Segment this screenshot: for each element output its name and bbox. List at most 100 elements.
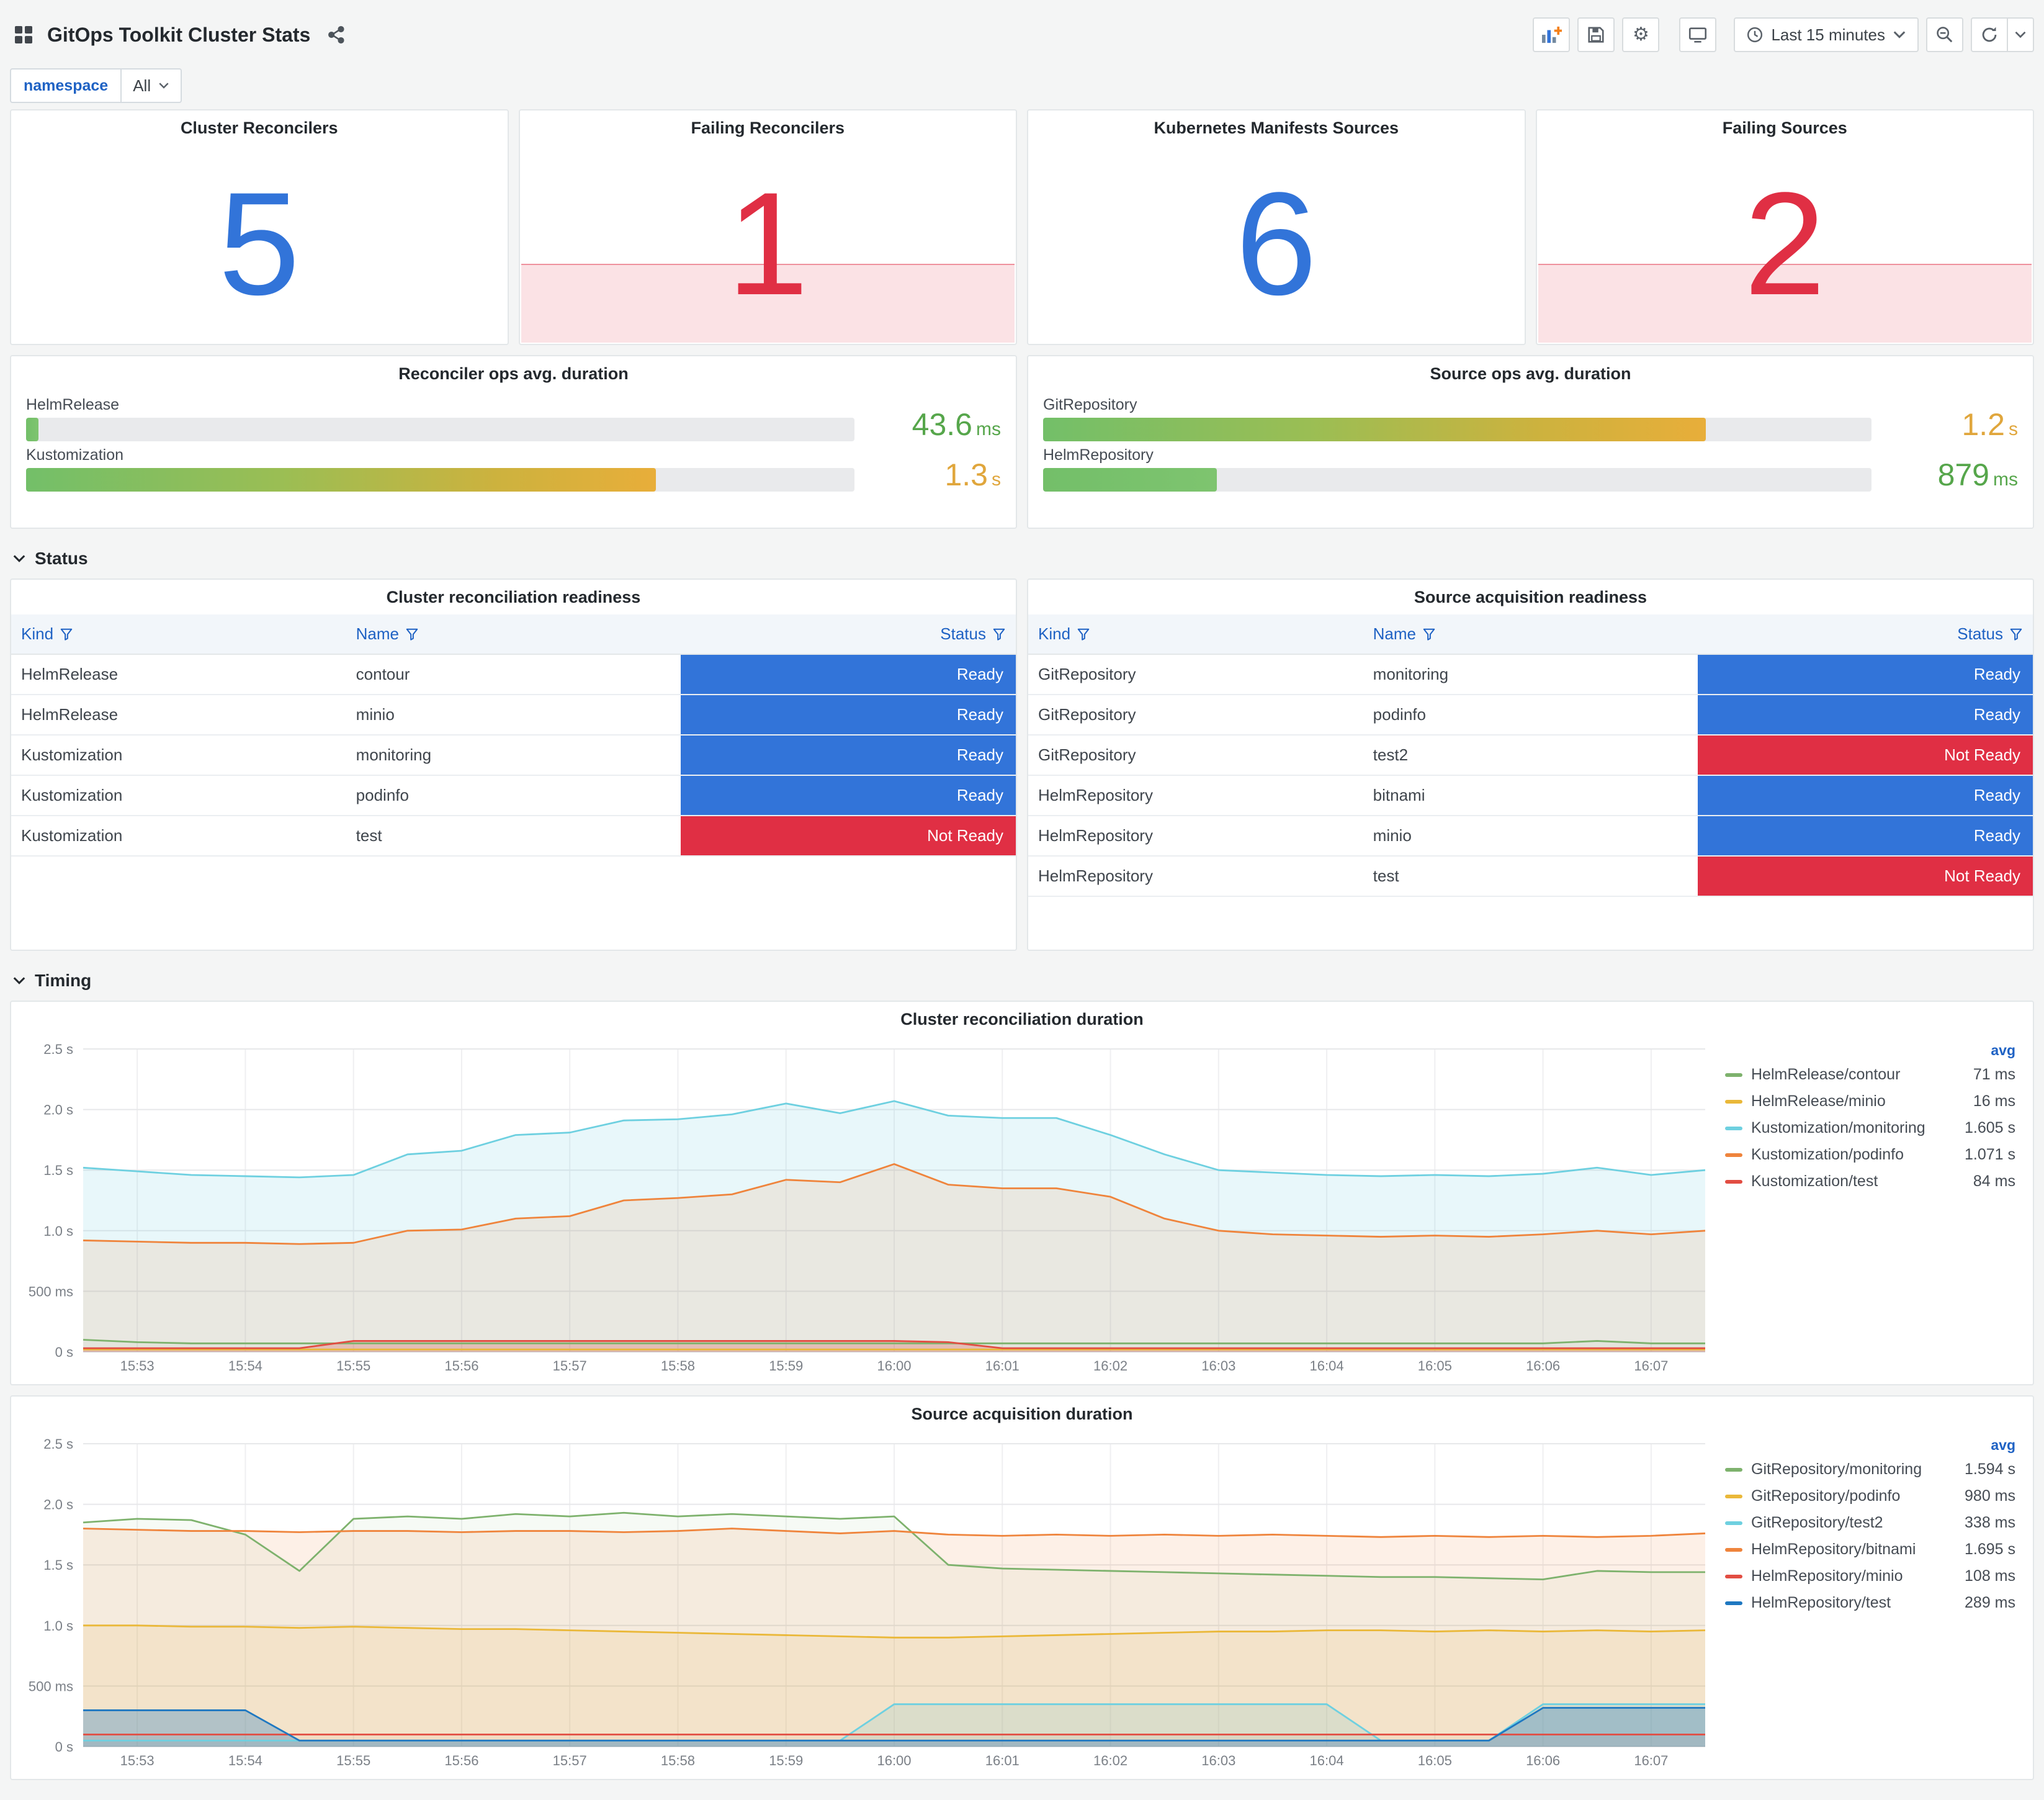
plot-area[interactable]: 15:53 15:54 15:55 15:56 15:57 15:58 15:59 16:00… (19, 1037, 1715, 1377)
legend-item[interactable]: HelmRelease/contour 71 ms (1725, 1061, 2015, 1088)
dashboard-settings-button[interactable]: ⚙ (1622, 17, 1660, 52)
filter-icon[interactable] (1077, 628, 1090, 641)
table-row: GitRepository monitoring Ready (1028, 654, 2033, 695)
legend-item[interactable]: Kustomization/podinfo 1.071 s (1725, 1141, 2015, 1168)
panel-title[interactable]: Failing Reconcilers (520, 110, 1016, 145)
legend-item[interactable]: Kustomization/monitoring 1.605 s (1725, 1115, 2015, 1141)
svg-text:2.5 s: 2.5 s (43, 1042, 73, 1057)
column-header-status[interactable]: Status (681, 614, 1016, 655)
share-icon[interactable] (323, 21, 350, 48)
filter-icon[interactable] (60, 628, 73, 641)
svg-text:16:01: 16:01 (985, 1753, 1020, 1768)
table-row: Kustomization test Not Ready (11, 816, 1016, 857)
panel-title[interactable]: Source acquisition duration (11, 1397, 2033, 1431)
filter-icon[interactable] (1422, 628, 1436, 641)
refresh-interval-dropdown[interactable] (2007, 17, 2034, 52)
legend-item[interactable]: HelmRepository/minio 108 ms (1725, 1563, 2015, 1590)
series-avg-value: 289 ms (1965, 1594, 2015, 1611)
panel-title[interactable]: Source acquisition readiness (1028, 580, 2033, 614)
svg-text:15:57: 15:57 (553, 1358, 587, 1374)
panel-title[interactable]: Source ops avg. duration (1028, 356, 2033, 391)
stat-panel: Failing Sources 2 (1535, 109, 2034, 345)
svg-text:1.0 s: 1.0 s (43, 1223, 73, 1239)
status-badge: Not Ready (1698, 857, 2033, 896)
gauge-fill (26, 468, 656, 492)
gauge-value: 43.6 ms (912, 407, 1001, 442)
svg-text:16:02: 16:02 (1093, 1358, 1127, 1374)
legend-avg-header[interactable]: avg (1725, 1039, 2015, 1061)
svg-text:500 ms: 500 ms (29, 1678, 73, 1694)
timeseries-plot[interactable]: 15:53 15:54 15:55 15:56 15:57 15:58 15:59 16:00… (19, 1037, 1715, 1377)
gauge-value: 1.2 s (1961, 407, 2018, 442)
gauge-track (1043, 418, 1871, 441)
section-timing[interactable]: Timing (10, 961, 2034, 1001)
series-avg-value: 338 ms (1965, 1514, 2015, 1531)
refresh-button[interactable] (1971, 17, 2008, 52)
stat-panel: Failing Reconcilers 1 (518, 109, 1017, 345)
svg-text:16:05: 16:05 (1418, 1358, 1452, 1374)
time-range-picker[interactable]: Last 15 minutes (1734, 17, 1919, 52)
svg-text:15:55: 15:55 (336, 1753, 370, 1768)
panel-title[interactable]: Kubernetes Manifests Sources (1028, 110, 1525, 145)
status-badge: Ready (1698, 695, 2033, 734)
series-name: HelmRepository/test (1751, 1594, 1891, 1611)
column-header-kind[interactable]: Kind (11, 614, 346, 655)
svg-text:16:04: 16:04 (1310, 1753, 1344, 1768)
status-badge: Ready (681, 695, 1016, 734)
table-panel: Cluster reconciliation readiness Kind Name… (10, 578, 1017, 951)
series-color-swatch (1725, 1126, 1742, 1130)
legend-item[interactable]: Kustomization/test 84 ms (1725, 1168, 2015, 1195)
cell-name: test2 (1363, 735, 1698, 776)
cell-status: Ready (1698, 695, 2033, 736)
legend-item[interactable]: HelmRelease/minio 16 ms (1725, 1088, 2015, 1115)
column-header-name[interactable]: Name (346, 614, 681, 655)
cell-name: monitoring (346, 735, 681, 776)
legend-item[interactable]: GitRepository/monitoring 1.594 s (1725, 1456, 2015, 1483)
svg-text:15:55: 15:55 (336, 1358, 370, 1374)
filter-icon[interactable] (992, 628, 1006, 641)
apps-grid-icon[interactable] (10, 21, 37, 48)
cell-status: Not Ready (1698, 735, 2033, 776)
legend-item[interactable]: HelmRepository/bitnami 1.695 s (1725, 1536, 2015, 1563)
series-name: Kustomization/monitoring (1751, 1119, 1925, 1136)
table-row: Kustomization podinfo Ready (11, 775, 1016, 816)
section-status[interactable]: Status (10, 539, 2034, 578)
column-header-name[interactable]: Name (1363, 614, 1698, 655)
filter-icon[interactable] (405, 628, 419, 641)
variable-selected-value: All (133, 76, 151, 95)
svg-text:16:03: 16:03 (1201, 1753, 1235, 1768)
panel-title[interactable]: Cluster reconciliation duration (11, 1002, 2033, 1037)
plot-area[interactable]: 15:53 15:54 15:55 15:56 15:57 15:58 15:59 16:00… (19, 1431, 1715, 1771)
table-row: HelmRepository minio Ready (1028, 816, 2033, 857)
series-color-swatch (1725, 1601, 1742, 1605)
cell-status: Ready (1698, 654, 2033, 695)
save-dashboard-button[interactable] (1577, 17, 1615, 52)
cell-kind: GitRepository (1028, 654, 1363, 695)
legend-item[interactable]: GitRepository/podinfo 980 ms (1725, 1483, 2015, 1510)
panel-title[interactable]: Reconciler ops avg. duration (11, 356, 1016, 391)
legend-avg-header[interactable]: avg (1725, 1434, 2015, 1456)
variable-value-dropdown[interactable]: All (122, 68, 182, 103)
filter-icon[interactable] (2009, 628, 2023, 641)
zoom-out-button[interactable] (1926, 17, 1963, 52)
status-badge: Not Ready (681, 816, 1016, 855)
panel-title[interactable]: Cluster Reconcilers (11, 110, 508, 145)
column-header-status[interactable]: Status (1698, 614, 2033, 655)
column-header-kind[interactable]: Kind (1028, 614, 1363, 655)
cell-status: Ready (681, 695, 1016, 736)
svg-text:16:00: 16:00 (877, 1753, 911, 1768)
panel-title[interactable]: Cluster reconciliation readiness (11, 580, 1016, 614)
stat-panel: Cluster Reconcilers 5 (10, 109, 509, 345)
cycle-view-button[interactable] (1679, 17, 1717, 52)
legend-item[interactable]: HelmRepository/test 289 ms (1725, 1590, 2015, 1616)
series-name: GitRepository/podinfo (1751, 1487, 1901, 1505)
series-color-swatch (1725, 1547, 1742, 1552)
table-row: GitRepository test2 Not Ready (1028, 735, 2033, 776)
timeseries-panel: Source acquisition duration 15:53 15:54 15:… (10, 1395, 2034, 1780)
timeseries-plot[interactable]: 15:53 15:54 15:55 15:56 15:57 15:58 15:59 16:00… (19, 1431, 1715, 1771)
cell-kind: Kustomization (11, 735, 346, 776)
legend-item[interactable]: GitRepository/test2 338 ms (1725, 1510, 2015, 1536)
panel-title[interactable]: Failing Sources (1537, 110, 2033, 145)
svg-text:0 s: 0 s (55, 1739, 73, 1755)
add-panel-button[interactable] (1533, 17, 1571, 52)
